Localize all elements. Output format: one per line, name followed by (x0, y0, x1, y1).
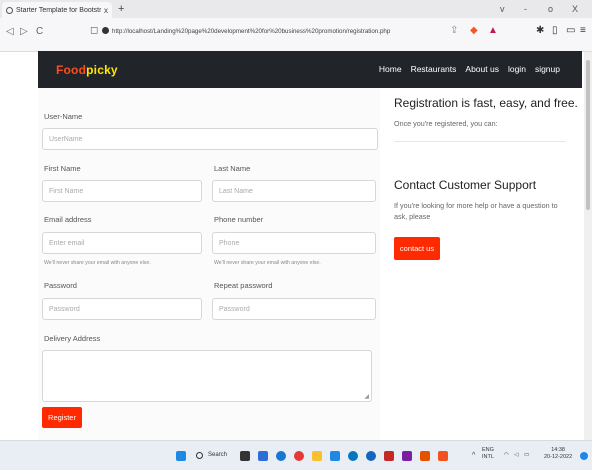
new-tab-button[interactable]: + (118, 3, 124, 15)
resize-handle-icon[interactable]: ◢ (364, 393, 369, 400)
rewards-icon[interactable]: ▲ (488, 25, 498, 37)
wifi-icon[interactable]: ◠ (504, 452, 509, 459)
nav-link-restaurants[interactable]: Restaurants (411, 64, 457, 74)
notification-icon[interactable] (580, 452, 588, 460)
address-bar-url[interactable]: http://localhost/Landing%20page%20develo… (112, 28, 390, 35)
scrollbar-thumb[interactable] (586, 60, 590, 210)
divider (394, 141, 566, 142)
username-input[interactable]: UserName (42, 128, 378, 150)
maximize-button[interactable]: o (548, 3, 553, 15)
clock-time: 14:38 (551, 447, 565, 453)
app2-icon[interactable] (420, 451, 430, 461)
word-icon[interactable] (402, 451, 412, 461)
vscode-icon[interactable] (366, 451, 376, 461)
language-code: ENG (482, 447, 494, 453)
password-input[interactable]: Password (42, 298, 202, 320)
register-button[interactable]: Register (42, 407, 82, 428)
phone-input[interactable]: Phone (212, 232, 376, 254)
page-favicon-icon (6, 6, 13, 14)
search-label[interactable]: Search (208, 452, 227, 458)
task-view-icon[interactable] (240, 451, 250, 461)
nav-link-login[interactable]: login (508, 64, 526, 74)
wallet-icon[interactable]: ▭ (566, 25, 575, 37)
menu-icon[interactable]: ≡ (580, 25, 586, 37)
contact-us-button[interactable]: contact us (394, 237, 440, 260)
tab-title: Starter Template for Bootstrap (16, 6, 101, 14)
address-label: Delivery Address (44, 334, 101, 343)
chrome-icon[interactable] (294, 451, 304, 461)
terminal-icon[interactable] (384, 451, 394, 461)
sidebar-icon[interactable]: ▯ (552, 25, 558, 37)
last-name-input[interactable]: Last Name (212, 180, 376, 202)
username-label: User-Name (44, 112, 83, 121)
site-navbar: Foodpicky Home Restaurants About us logi… (38, 51, 582, 88)
email-label: Email address (44, 215, 92, 224)
clock[interactable]: 14:38 20-12-2022 (544, 447, 572, 461)
browser-toolbar: ◁ ▷ C ◻ http://localhost/Landing%20page%… (0, 18, 592, 52)
clock-date: 20-12-2022 (544, 454, 573, 460)
email-input[interactable]: Enter email (42, 232, 202, 254)
brand-picky: picky (86, 63, 118, 77)
taskbar: Search ^ ENG INTL ◠ ◁ ▭ 14:38 20-12-2022 (0, 440, 592, 470)
nav-link-about[interactable]: About us (465, 64, 499, 74)
password-label: Password (44, 281, 77, 290)
browser-tab[interactable]: Starter Template for Bootstrap x (2, 2, 112, 18)
minimize-button[interactable]: - (524, 3, 527, 15)
bookmark-icon[interactable]: ◻ (90, 25, 98, 37)
volume-icon[interactable]: ◁ (514, 452, 518, 459)
first-name-label: First Name (44, 164, 81, 173)
support-text: If you're looking for more help or have … (394, 201, 558, 221)
registration-heading: Registration is fast, easy, and free. (394, 96, 578, 110)
address-textarea[interactable]: ◢ (42, 350, 372, 402)
phone-label: Phone number (214, 215, 264, 224)
extensions-icon[interactable]: ✱ (536, 25, 544, 37)
last-name-label: Last Name (214, 164, 251, 173)
language-indicator[interactable]: ENG INTL (482, 447, 494, 461)
language-sub: INTL (482, 454, 494, 460)
store-icon[interactable] (330, 451, 340, 461)
nav-link-signup[interactable]: signup (535, 64, 560, 74)
forward-icon[interactable]: ▷ (20, 26, 28, 38)
back-icon[interactable]: ◁ (6, 26, 14, 38)
brave-icon[interactable] (438, 451, 448, 461)
nav-link-home[interactable]: Home (379, 64, 402, 74)
close-window-button[interactable]: X (572, 3, 578, 15)
brave-shield-icon[interactable]: ◆ (470, 25, 478, 37)
tray-chevron-icon[interactable]: ^ (472, 452, 475, 459)
widgets-icon[interactable] (258, 451, 268, 461)
nav-links: Home Restaurants About us login signup (379, 64, 560, 74)
phone-help-text: We'll never share your email with anyone… (214, 260, 321, 266)
file-explorer-icon[interactable] (312, 451, 322, 461)
brand-food: Food (56, 63, 87, 77)
tab-close-button[interactable]: x (104, 6, 108, 15)
registration-subtext: Once you're registered, you can: (394, 119, 498, 128)
repeat-password-input[interactable]: Password (212, 298, 376, 320)
browser-tab-bar: Starter Template for Bootstrap x + v - o… (0, 0, 592, 18)
first-name-input[interactable]: First Name (42, 180, 202, 202)
app-icon[interactable] (348, 451, 358, 461)
start-icon[interactable] (176, 451, 186, 461)
search-icon[interactable] (196, 452, 203, 459)
repeat-password-label: Repeat password (214, 281, 273, 290)
tab-list-button[interactable]: v (500, 3, 505, 15)
battery-icon[interactable]: ▭ (524, 452, 529, 459)
site-info-icon[interactable] (102, 27, 109, 34)
edge-icon[interactable] (276, 451, 286, 461)
share-icon[interactable]: ⇪ (450, 25, 458, 37)
site-logo[interactable]: Foodpicky (56, 63, 118, 77)
reload-icon[interactable]: C (36, 26, 43, 38)
support-heading: Contact Customer Support (394, 178, 537, 192)
email-help-text: We'll never share your email with anyone… (44, 260, 151, 266)
